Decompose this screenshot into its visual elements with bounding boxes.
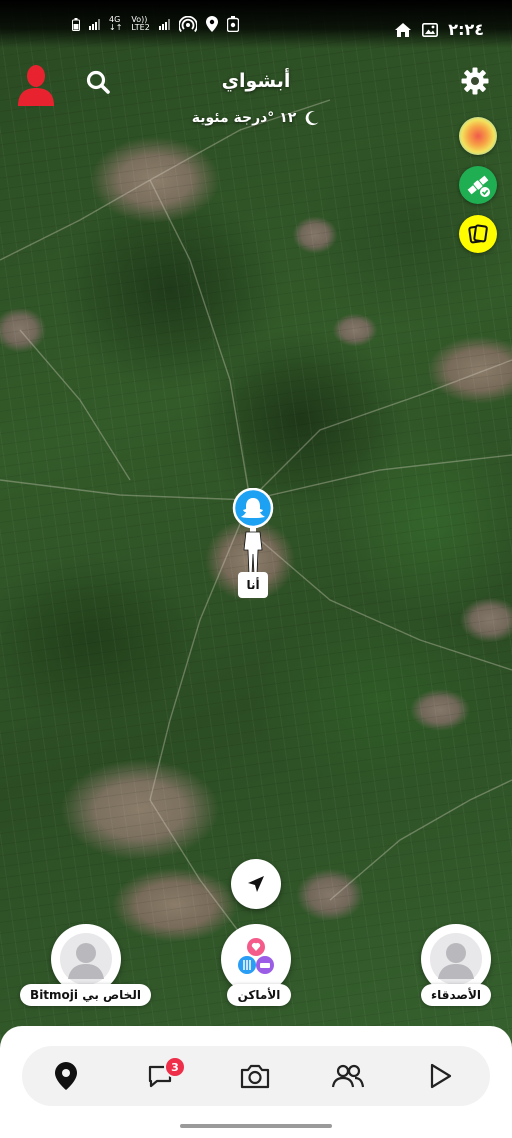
me-label: أنا xyxy=(238,572,268,598)
places-icon xyxy=(238,938,274,974)
hotspot-icon xyxy=(178,16,197,32)
signal-bars-2-icon xyxy=(158,18,170,30)
signal-bars-icon xyxy=(89,18,100,30)
nav-pill xyxy=(22,1046,490,1106)
clock: ٢:٢٤ xyxy=(448,20,484,39)
friends-label: الأصدقاء xyxy=(421,984,491,1006)
bitmoji-placeholder-icon xyxy=(60,933,112,985)
status-bar-network: 4G ↓↑ Vo)) LTE2 xyxy=(72,16,239,32)
status-bar-right: ٢:٢٤ xyxy=(394,20,484,39)
home-indicator[interactable] xyxy=(180,1124,332,1128)
map-icon xyxy=(55,1062,77,1090)
nav-map[interactable] xyxy=(48,1058,84,1094)
places-label: الأماكن xyxy=(227,984,291,1006)
satellite-icon xyxy=(467,175,490,197)
my-bitmoji-label: Bitmoji الخاص بي xyxy=(20,984,151,1006)
status-bar: 4G ↓↑ Vo)) LTE2 ٢:٢٤ xyxy=(0,0,512,48)
home-status-icon xyxy=(395,22,412,37)
recenter-location-button[interactable] xyxy=(231,859,281,909)
bitmoji-avatar-icon xyxy=(232,487,274,575)
map-header: أبشواي ١٢ °درجة مئوية xyxy=(0,58,512,138)
satellite-layer-button[interactable] xyxy=(459,166,497,204)
chat-badge: 3 xyxy=(164,1056,186,1078)
friends-icon xyxy=(331,1064,365,1088)
play-icon xyxy=(430,1063,452,1089)
gallery-status-icon xyxy=(422,22,439,37)
network-arrows-icon: ↓↑ xyxy=(109,23,123,32)
gear-icon xyxy=(461,67,489,95)
weather-text: ١٢ °درجة مئوية xyxy=(191,110,297,126)
location-pin-icon xyxy=(205,16,218,32)
cards-icon xyxy=(468,224,488,244)
moon-icon xyxy=(305,111,319,126)
friends-avatar-icon xyxy=(430,933,482,985)
nav-camera[interactable] xyxy=(237,1058,273,1094)
navigation-arrow-icon xyxy=(248,876,264,892)
network-type: 4G ↓↑ xyxy=(109,16,122,32)
network-lte-label: LTE2 xyxy=(131,23,150,32)
location-name: أبشواي xyxy=(221,70,291,92)
memories-button[interactable] xyxy=(459,215,497,253)
heatmap-layer-button[interactable] xyxy=(459,117,497,155)
bottom-navigation: 3 xyxy=(0,1026,512,1138)
nav-friends[interactable] xyxy=(330,1058,366,1094)
network-volte: Vo)) LTE2 xyxy=(131,16,149,32)
notification-app-icon xyxy=(226,16,239,32)
nav-spotlight[interactable] xyxy=(422,1058,458,1094)
weather-info: ١٢ °درجة مئوية xyxy=(0,110,512,126)
camera-icon xyxy=(240,1064,270,1089)
battery-icon xyxy=(72,17,80,31)
settings-button[interactable] xyxy=(460,66,490,96)
